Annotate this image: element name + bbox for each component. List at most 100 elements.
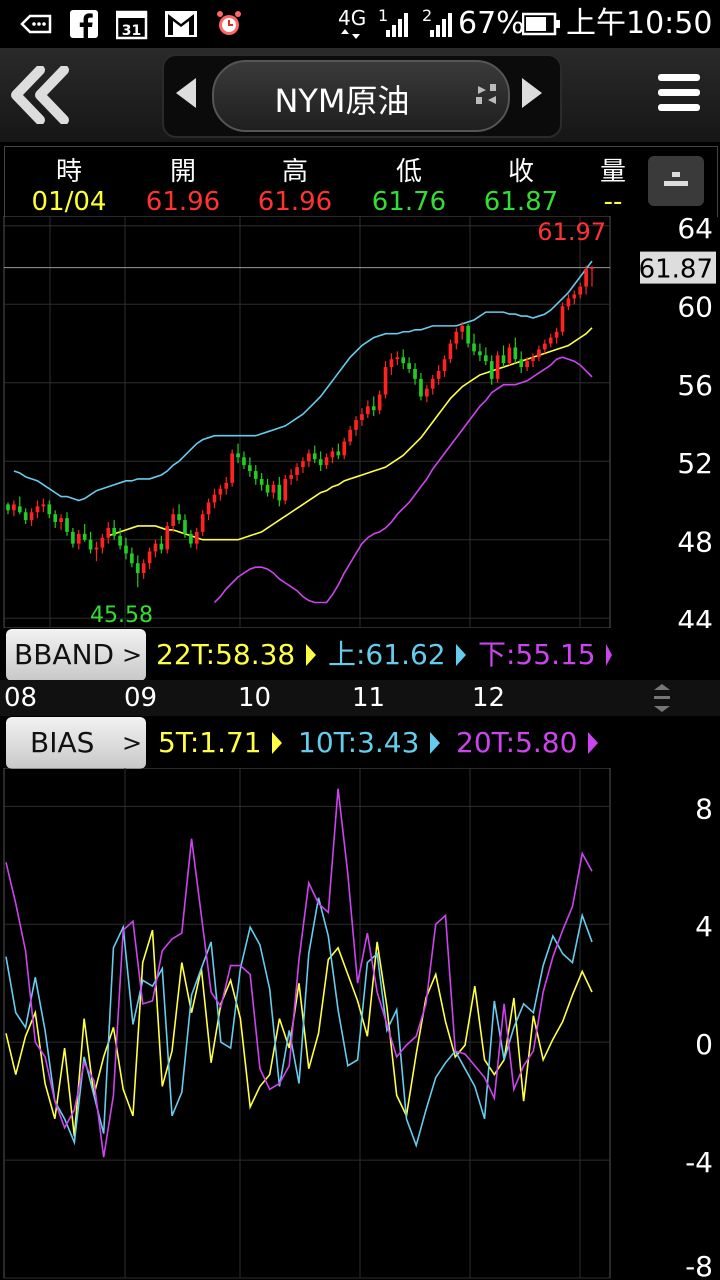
- candle-body: [171, 514, 176, 526]
- candlestick: [177, 504, 181, 525]
- candle-body: [383, 367, 388, 395]
- quote-value-low: 61.76: [371, 187, 447, 217]
- candlestick: [531, 353, 535, 368]
- candlestick: [283, 474, 288, 505]
- calendar-icon: 31: [116, 10, 148, 40]
- data-arrows-icon: [341, 29, 360, 39]
- switch-arrows-icon[interactable]: [476, 84, 498, 106]
- candlestick: [430, 374, 435, 395]
- candlestick: [206, 498, 211, 521]
- candlestick: [336, 443, 341, 460]
- candle-body: [106, 527, 111, 538]
- quote-value-close: 61.87: [483, 187, 559, 217]
- candle-body: [88, 539, 93, 550]
- candlestick: [371, 396, 376, 417]
- candlestick: [100, 533, 105, 554]
- candle-body: [413, 369, 417, 379]
- candle-body: [165, 525, 170, 550]
- candlestick: [578, 282, 583, 299]
- resize-handle-icon[interactable]: [648, 682, 676, 714]
- candle-body: [6, 504, 10, 511]
- y-tick-label: 4: [695, 910, 713, 943]
- bband-lower-line: [213, 356, 593, 604]
- candle-body: [94, 547, 99, 550]
- candle-body: [513, 347, 518, 360]
- candlestick: [224, 476, 229, 495]
- battery-icon: [522, 12, 560, 36]
- candlestick: [165, 522, 170, 554]
- bias-chart[interactable]: 8 4 0 -4 -8: [0, 768, 720, 1280]
- candle-body: [519, 359, 524, 368]
- candle-body: [501, 355, 506, 364]
- candle-body: [141, 563, 146, 574]
- candle-body: [442, 359, 447, 371]
- signal-2-icon: [430, 13, 452, 37]
- candle-body: [12, 504, 16, 511]
- hamburger-menu-icon[interactable]: [658, 74, 700, 116]
- candle-body: [560, 306, 565, 332]
- next-symbol-icon[interactable]: [522, 78, 542, 108]
- candle-body: [265, 484, 270, 493]
- bband-up-label: 上:61.62: [328, 638, 446, 671]
- bband-button-label: BBAND: [14, 638, 115, 671]
- candle-body: [466, 325, 470, 344]
- low-label: 45.58: [90, 603, 153, 628]
- y-tick-label: 56: [677, 369, 713, 402]
- candlestick: [265, 478, 270, 497]
- candle-body: [76, 533, 81, 544]
- bias-5t-label: 5T:1.71: [158, 726, 262, 759]
- candlestick: [348, 425, 352, 446]
- candle-body: [224, 482, 229, 489]
- candle-body: [289, 474, 293, 479]
- candle-body: [395, 357, 400, 360]
- symbol-title[interactable]: NYM原油: [212, 76, 472, 122]
- alarm-icon: [217, 11, 241, 35]
- candlestick: [436, 365, 441, 385]
- month-label: 11: [352, 683, 386, 713]
- y-tick-label: 44: [677, 604, 713, 628]
- candlestick: [301, 457, 305, 474]
- candle-body: [478, 351, 482, 356]
- candlestick: [554, 327, 559, 344]
- candle-body: [578, 286, 583, 295]
- toggle-quote-button[interactable]: [648, 156, 704, 206]
- candlestick: [76, 529, 81, 550]
- bband-indicator-button[interactable]: BBAND >: [6, 629, 146, 681]
- candle-body: [554, 331, 559, 338]
- price-chart[interactable]: 64 60 56 52 48 44 61.87 61.97 45.58: [0, 216, 720, 628]
- candle-body: [336, 451, 341, 456]
- candlestick: [401, 349, 406, 370]
- candlestick: [513, 337, 518, 364]
- candlestick: [242, 451, 246, 470]
- candle-body: [194, 531, 199, 544]
- candle-body: [147, 551, 152, 564]
- candlestick: [147, 547, 152, 570]
- candle-body: [277, 484, 282, 501]
- candlestick: [442, 355, 447, 377]
- candlestick: [324, 453, 329, 470]
- candle-body: [35, 506, 40, 513]
- candlestick: [489, 355, 494, 385]
- chevron-right-icon: >: [122, 641, 143, 669]
- candlestick: [548, 333, 553, 348]
- chart-border: [3, 216, 611, 628]
- bias-indicator-button[interactable]: BIAS >: [6, 717, 146, 769]
- candle-body: [153, 543, 158, 552]
- candle-body: [572, 294, 577, 299]
- candle-body: [283, 478, 288, 501]
- quote-value-time: 01/04: [31, 187, 107, 217]
- candlestick: [277, 476, 282, 507]
- candle-body: [112, 527, 117, 536]
- previous-symbol-icon[interactable]: [176, 78, 196, 108]
- bias-20t-label: 20T:5.80: [456, 726, 578, 759]
- back-double-chevron-icon[interactable]: [8, 66, 72, 124]
- candle-body: [472, 343, 476, 352]
- candlestick: [17, 496, 22, 515]
- candlestick: [584, 265, 588, 295]
- candlestick: [354, 416, 358, 436]
- candle-body: [531, 357, 535, 362]
- candlestick: [318, 451, 323, 472]
- candle-body: [495, 355, 500, 379]
- candlestick: [560, 302, 565, 336]
- candle-body: [301, 461, 305, 468]
